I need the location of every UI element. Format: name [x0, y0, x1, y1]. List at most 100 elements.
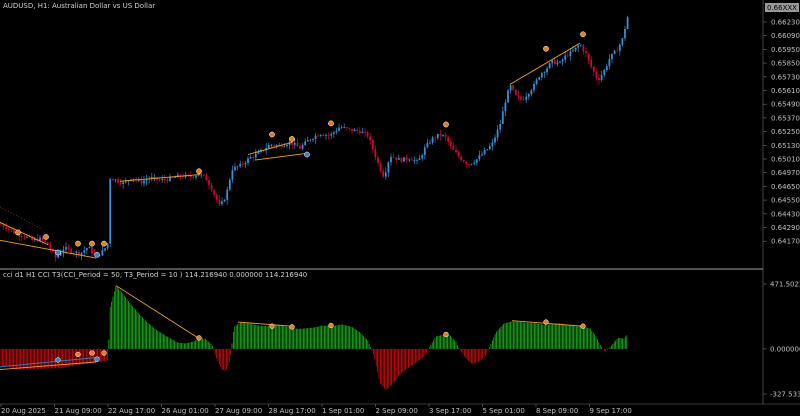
signal-down-marker — [269, 131, 275, 138]
candle-body — [221, 201, 223, 205]
price-tick-label: 0.65370 — [771, 114, 800, 122]
candle-body — [132, 178, 135, 180]
candle-body — [26, 236, 28, 238]
candle-body — [475, 159, 478, 163]
candle-body — [192, 176, 195, 178]
candle-body — [117, 179, 119, 183]
candle-body — [507, 90, 509, 103]
candle-body — [210, 185, 213, 191]
indicator-tick-label: 471.502216 — [770, 281, 800, 289]
candle-body — [241, 163, 244, 165]
candle-body — [374, 149, 377, 158]
candle-body — [517, 95, 520, 97]
candle-body — [468, 164, 470, 166]
price-tick-label: 0.65490 — [771, 101, 800, 109]
candle-body — [309, 139, 312, 141]
candle-body — [590, 59, 593, 67]
candle-body — [397, 158, 400, 160]
candle-body — [587, 53, 590, 60]
chart-canvas[interactable]: AUDUSD, H1: Australian Dollar vs US Doll… — [0, 0, 800, 416]
candle-body — [462, 160, 465, 163]
candle-body — [455, 149, 457, 153]
indicator-down-marker — [543, 319, 549, 325]
candle-body — [520, 96, 522, 100]
candle-body — [236, 166, 239, 168]
candle-body — [543, 72, 546, 74]
candle-body — [371, 140, 374, 150]
candle-body — [605, 66, 608, 71]
candle-body — [140, 179, 143, 184]
signal-up-marker — [304, 151, 310, 158]
price-tick-label: 0.66230 — [771, 19, 800, 27]
candle-body — [317, 135, 320, 137]
price-tick-label: 0.65610 — [771, 87, 800, 95]
time-tick-label: 28 Aug 17:00 — [269, 407, 316, 415]
candle-body — [119, 182, 122, 184]
candle-body — [340, 127, 343, 129]
candle-body — [153, 176, 156, 178]
price-tick-label: 0.65010 — [771, 156, 800, 164]
candle-body — [527, 94, 530, 97]
candle-body — [377, 157, 379, 164]
candle-body — [530, 90, 533, 95]
candle-body — [421, 155, 424, 159]
candle-body — [379, 163, 382, 171]
candle-body — [143, 180, 145, 184]
candle-body — [226, 189, 229, 200]
candle-body — [23, 236, 26, 238]
candle-body — [556, 62, 559, 65]
candle-body — [353, 129, 356, 132]
candle-body — [239, 163, 242, 167]
indicator-down-marker — [101, 350, 107, 356]
candle-body — [616, 50, 619, 52]
candle-body — [286, 144, 288, 147]
indicator-down-marker — [196, 335, 202, 341]
candle-body — [514, 89, 517, 96]
signal-up-marker — [94, 251, 100, 258]
time-tick-label: 26 Aug 01:00 — [162, 407, 209, 415]
candle-body — [483, 150, 486, 155]
candle-body — [299, 146, 301, 149]
candle-body — [166, 179, 169, 182]
price-tick-label: 0.65850 — [771, 60, 800, 68]
candle-body — [327, 135, 330, 136]
candle-body — [319, 134, 322, 136]
candle-body — [561, 59, 564, 62]
candle-body — [501, 111, 504, 124]
candle-body — [10, 228, 13, 230]
candle-body — [111, 179, 114, 181]
candle-body — [525, 96, 528, 100]
candle-body — [408, 159, 411, 161]
candle-body — [88, 247, 91, 249]
price-tick-label: 0.65730 — [771, 73, 800, 81]
candle-body — [215, 194, 218, 200]
candle-body — [465, 162, 468, 165]
candle-body — [488, 146, 491, 150]
signal-up-marker — [55, 249, 61, 256]
candle-body — [395, 157, 398, 160]
candle-body — [618, 44, 621, 51]
candle-body — [535, 79, 538, 84]
signal-down-marker — [89, 240, 95, 247]
candle-body — [496, 129, 499, 138]
indicator-label: cci d1 H1 CCI T3(CCI_Period = 50, T3_Per… — [3, 271, 307, 279]
candle-body — [426, 142, 429, 148]
candle-body — [366, 132, 369, 137]
candle-body — [296, 143, 299, 147]
candle-body — [361, 131, 364, 134]
candle-body — [49, 244, 52, 250]
candle-body — [200, 174, 203, 176]
candle-body — [244, 162, 247, 165]
candle-body — [325, 135, 327, 136]
candle-body — [283, 146, 286, 147]
time-tick-label: 3 Sep 17:00 — [429, 407, 471, 415]
candle-body — [579, 45, 582, 47]
candle-body — [486, 149, 489, 151]
candle-body — [431, 137, 434, 143]
candle-body — [478, 155, 481, 160]
candle-body — [213, 190, 216, 195]
signal-down-marker — [15, 229, 21, 236]
candle-body — [249, 157, 252, 159]
candle-body — [600, 74, 603, 81]
candle-body — [2, 225, 5, 228]
